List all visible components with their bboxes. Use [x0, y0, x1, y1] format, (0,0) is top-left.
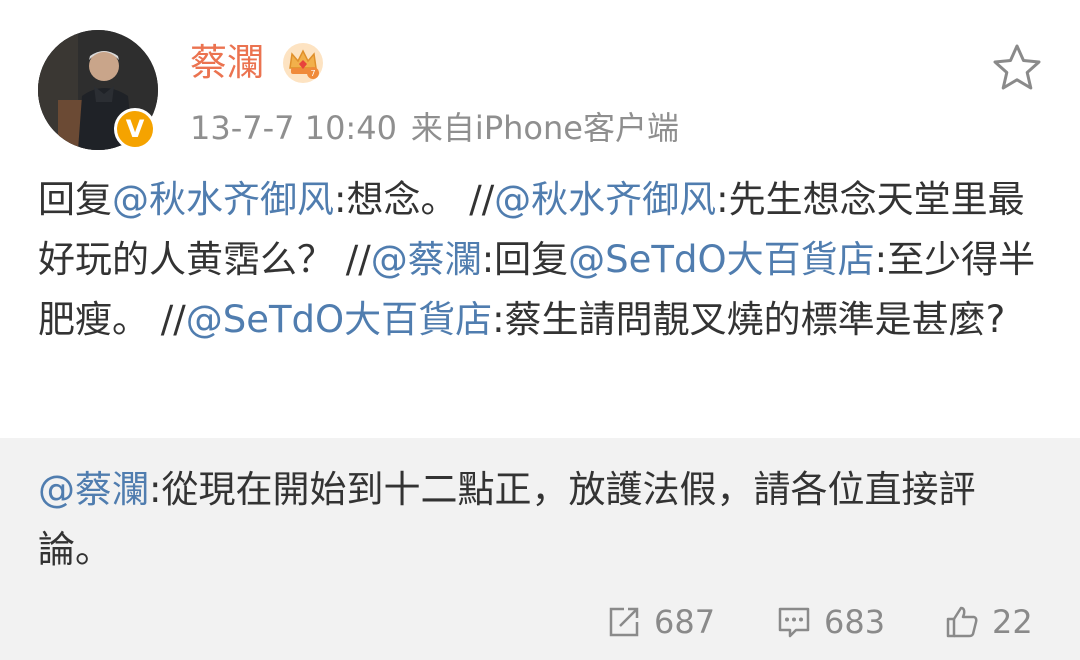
quoted-post-text: @蔡瀾:從現在開始到十二點正，放護法假，請各位直接評論。 — [38, 460, 1048, 580]
verified-badge-label: V — [125, 115, 145, 143]
post-text-segment: :想念。 // — [334, 178, 495, 221]
verified-icon: V — [114, 108, 156, 150]
username[interactable]: 蔡瀾 — [190, 38, 264, 88]
like-count: 22 — [992, 603, 1033, 641]
like-button[interactable]: 22 — [944, 594, 1033, 650]
post-source[interactable]: 来自iPhone客户端 — [411, 109, 679, 147]
post-meta: 13-7-7 10:40 来自iPhone客户端 — [190, 104, 679, 152]
mention-link[interactable]: @蔡瀾 — [371, 238, 482, 281]
mention-link[interactable]: @蔡瀾 — [38, 468, 149, 511]
svg-text:7: 7 — [310, 69, 315, 78]
star-icon[interactable] — [990, 42, 1044, 94]
mention-link[interactable]: @SeTdO大百貨店 — [186, 298, 492, 341]
mention-link[interactable]: @SeTdO大百貨店 — [568, 238, 874, 281]
mention-link[interactable]: @秋水齐御风 — [494, 178, 716, 221]
post-text: 回复@秋水齐御风:想念。 //@秋水齐御风:先生想念天堂里最好玩的人黄霑么？ /… — [38, 170, 1048, 350]
repost-icon — [609, 607, 639, 637]
post-text-segment: 回复 — [38, 178, 112, 221]
mention-link[interactable]: @秋水齐御风 — [112, 178, 334, 221]
post-text-segment: :回复 — [481, 238, 569, 281]
comment-count: 683 — [824, 603, 886, 641]
crown-icon[interactable]: 7 — [282, 42, 324, 84]
post-text-segment: :蔡生請問靚叉燒的標準是甚麼? — [492, 298, 1006, 341]
comment-button[interactable]: 683 — [776, 594, 885, 650]
comment-icon — [778, 607, 810, 638]
quoted-text: :從現在開始到十二點正，放護法假，請各位直接評論。 — [38, 468, 976, 571]
quoted-post[interactable]: @蔡瀾:從現在開始到十二點正，放護法假，請各位直接評論。 687 683 22 — [0, 438, 1080, 660]
repost-count: 687 — [654, 603, 716, 641]
post-time: 13-7-7 10:40 — [190, 109, 397, 147]
like-icon — [946, 606, 978, 638]
repost-button[interactable]: 687 — [606, 594, 715, 650]
